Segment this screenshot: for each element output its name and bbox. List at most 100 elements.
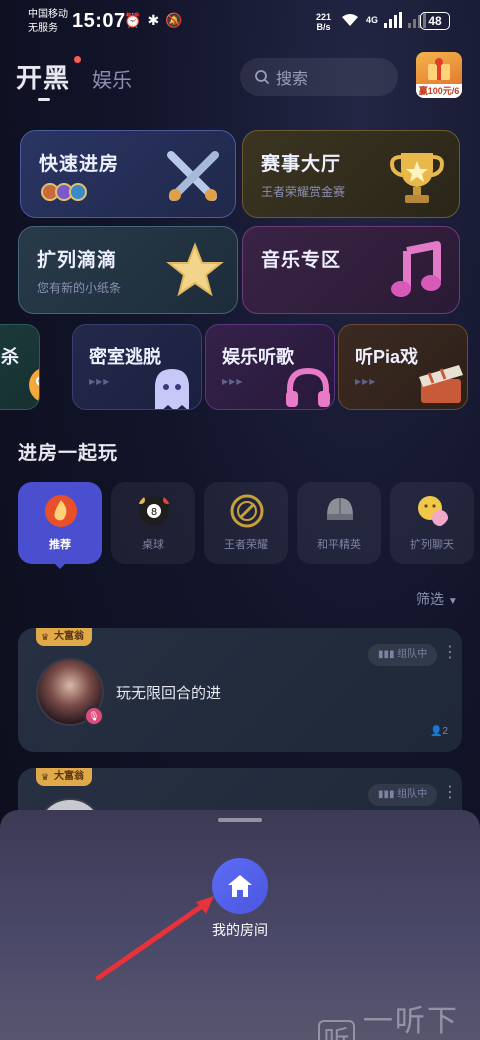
network-speed: 221 B/s [316, 12, 331, 32]
tab-entertainment[interactable]: 娱乐 [92, 64, 132, 93]
tab-kaihei[interactable]: 开黑 [16, 58, 70, 95]
card-subtitle: 王者荣耀赏金赛 [261, 185, 346, 199]
promo-label: 赢100元/6 [416, 84, 462, 98]
category-chat[interactable]: 扩列聊天 [390, 482, 474, 564]
watermark-logo-icon: 听 [318, 1020, 355, 1040]
room-status: 组队中 [397, 789, 428, 800]
app-screen: 中国移动 无服务 15:07 ⏰ ✱ 🔕 221 B/s 4G 48 开黑 娱乐… [0, 0, 480, 1040]
escape-room-card[interactable]: 密室逃脱 ▶▶▶ [72, 324, 202, 410]
card-title: 扩列滴滴 [37, 250, 118, 271]
expand-friends-card[interactable]: 扩列滴滴 您有新的小纸条 [18, 226, 238, 314]
category-peacekeeper-elite[interactable]: 和平精英 [297, 482, 381, 564]
notification-dot [74, 56, 81, 63]
star-icon [166, 242, 224, 297]
listen-music-card[interactable]: 娱乐听歌 ▶▶▶ [205, 324, 335, 410]
carrier-info: 中国移动 无服务 [28, 8, 68, 36]
card-title: 赛事大厅 [261, 154, 342, 175]
avatar [69, 183, 87, 201]
music-note-icon [391, 241, 441, 297]
home-icon [228, 875, 252, 897]
card-title: 快速进房 [39, 154, 120, 175]
room-card[interactable]: 大富翁 ▮▮▮ 组队中 ⋮ 🎙 玩无限回合的进 👤2 [18, 628, 462, 752]
card-title: 听Pia戏 [355, 347, 419, 367]
emoji-chat-icon [418, 496, 448, 526]
status-icons-right: 4G [340, 12, 427, 28]
search-bar[interactable]: 搜索 [240, 58, 398, 96]
player-avatars [41, 183, 87, 201]
category-recommended[interactable]: 推荐 [18, 482, 102, 564]
category-label: 王者荣耀 [224, 539, 268, 551]
clapperboard-icon [419, 365, 463, 403]
room-member-count: 👤2 [430, 726, 448, 737]
room-badge: 大富翁 [36, 628, 92, 646]
category-label: 和平精英 [317, 539, 361, 551]
search-placeholder: 搜索 [276, 71, 309, 88]
room-name: 玩无限回合的进 [116, 685, 222, 702]
mute-icon: 🔕 [165, 12, 183, 28]
category-billiards[interactable]: 8 桌球 [111, 482, 195, 564]
trophy-icon [390, 153, 444, 203]
billiard-ball-icon: 8 [137, 496, 171, 526]
helmet-icon [327, 498, 353, 520]
battery-indicator: 48 [420, 12, 450, 30]
headphones-icon [286, 367, 330, 407]
network-type-label: 4G [366, 15, 379, 25]
person-icon: 👤 [430, 726, 443, 737]
tournament-hall-card[interactable]: 赛事大厅 王者荣耀赏金赛 [242, 130, 460, 218]
net-speed-value: 221 [316, 12, 332, 22]
fire-icon [45, 495, 77, 527]
top-header: 开黑 娱乐 搜索 赢100元/6 [0, 52, 480, 102]
pia-drama-card[interactable]: 听Pia戏 ▶▶▶ [338, 324, 468, 410]
wifi-icon [342, 14, 358, 26]
ghost-icon [155, 369, 189, 409]
more-options-icon[interactable]: ⋮ [442, 642, 458, 662]
crossed-swords-icon [167, 151, 219, 201]
category-label: 推荐 [49, 539, 71, 551]
category-label: 桌球 [142, 539, 164, 551]
category-honor-of-kings[interactable]: 王者荣耀 [204, 482, 288, 564]
microphone-icon: 🎙 [84, 706, 104, 726]
signal-icon [384, 12, 403, 28]
tab-indicator [38, 98, 50, 101]
member-count: 2 [442, 726, 449, 737]
game-card-partial[interactable]: 杀 [0, 324, 40, 410]
equalizer-icon: ▮▮▮ [378, 649, 398, 660]
my-room-button[interactable] [212, 858, 268, 914]
caret-down-icon: ▼ [447, 596, 458, 607]
music-zone-card[interactable]: 音乐专区 [242, 226, 460, 314]
search-icon [255, 70, 270, 85]
status-icons-left: ⏰ ✱ 🔕 [124, 12, 183, 29]
room-status-chip: ▮▮▮ 组队中 [368, 644, 438, 666]
category-label: 扩列聊天 [410, 539, 454, 551]
honor-of-kings-icon [230, 494, 264, 528]
clock: 15:07 [72, 10, 126, 32]
card-subtitle: 您有新的小纸条 [37, 281, 122, 295]
sheet-drag-handle[interactable] [218, 818, 262, 822]
decoration-dots: ▶▶▶ [89, 377, 111, 386]
bird-mascot-icon [29, 368, 39, 402]
bluetooth-icon: ✱ [147, 12, 160, 28]
room-status-chip: ▮▮▮ 组队中 [368, 784, 438, 806]
svg-text:8: 8 [151, 507, 157, 518]
more-options-icon[interactable]: ⋮ [442, 782, 458, 802]
room-badge: 大富翁 [36, 768, 92, 786]
promo-banner[interactable]: 赢100元/6 [416, 52, 462, 98]
my-room-label: 我的房间 [212, 922, 268, 938]
net-speed-unit: B/s [316, 22, 331, 32]
carrier-service: 无服务 [28, 23, 58, 34]
quick-join-card[interactable]: 快速进房 [20, 130, 236, 218]
card-title: 杀 [1, 347, 19, 367]
section-title: 进房一起玩 [18, 443, 119, 464]
alarm-icon: ⏰ [124, 12, 142, 28]
room-status: 组队中 [397, 649, 428, 660]
status-bar: 中国移动 无服务 15:07 ⏰ ✱ 🔕 221 B/s 4G 48 [0, 0, 480, 44]
decoration-dots: ▶▶▶ [222, 377, 244, 386]
filter-button[interactable]: 筛选 ▼ [416, 589, 458, 609]
carrier-name: 中国移动 [28, 9, 68, 20]
watermark: 听 一听下载 [318, 996, 480, 1040]
watermark-text: 一听下载 [362, 1005, 459, 1038]
gift-icon [428, 58, 450, 80]
card-title: 音乐专区 [261, 250, 342, 271]
decoration-dots: ▶▶▶ [355, 377, 377, 386]
category-pointer [54, 563, 66, 569]
